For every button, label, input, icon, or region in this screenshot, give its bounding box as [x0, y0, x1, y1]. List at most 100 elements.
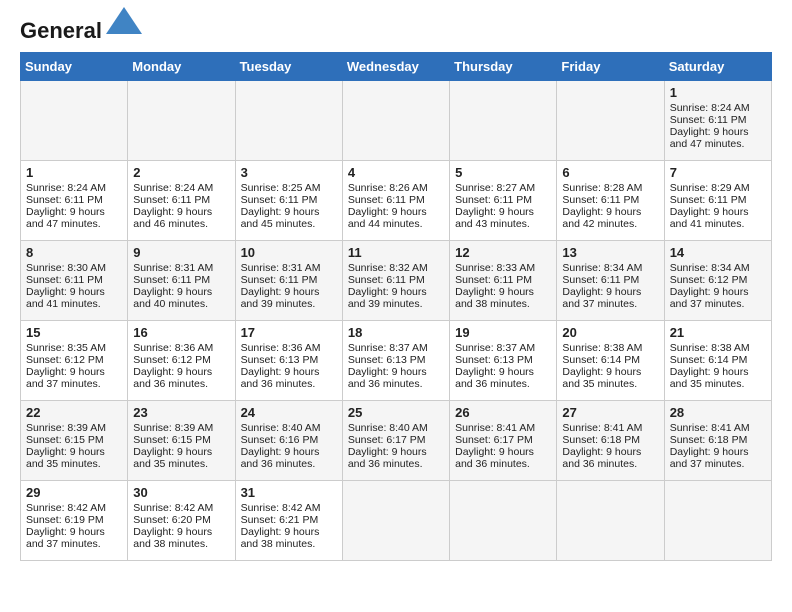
- calendar-header-monday: Monday: [128, 53, 235, 81]
- sunrise: Sunrise: 8:29 AM: [670, 182, 750, 194]
- daylight: Daylight: 9 hours and 35 minutes.: [562, 366, 641, 390]
- daylight: Daylight: 9 hours and 41 minutes.: [26, 286, 105, 310]
- calendar-cell: [235, 81, 342, 161]
- sunrise: Sunrise: 8:41 AM: [670, 422, 750, 434]
- daylight: Daylight: 9 hours and 38 minutes.: [241, 526, 320, 550]
- logo-general: General: [20, 18, 102, 43]
- sunset: Sunset: 6:11 PM: [348, 194, 425, 206]
- sunrise: Sunrise: 8:28 AM: [562, 182, 642, 194]
- day-number: 31: [241, 485, 337, 500]
- day-number: 17: [241, 325, 337, 340]
- sunset: Sunset: 6:11 PM: [670, 114, 747, 126]
- calendar-cell: [342, 81, 449, 161]
- daylight: Daylight: 9 hours and 36 minutes.: [348, 446, 427, 470]
- logo-icon: [104, 2, 144, 42]
- day-number: 10: [241, 245, 337, 260]
- sunrise: Sunrise: 8:30 AM: [26, 262, 106, 274]
- calendar-cell: 15Sunrise: 8:35 AMSunset: 6:12 PMDayligh…: [21, 321, 128, 401]
- sunset: Sunset: 6:12 PM: [670, 274, 748, 286]
- daylight: Daylight: 9 hours and 44 minutes.: [348, 206, 427, 230]
- calendar-cell: 7Sunrise: 8:29 AMSunset: 6:11 PMDaylight…: [664, 161, 771, 241]
- calendar-cell: 14Sunrise: 8:34 AMSunset: 6:12 PMDayligh…: [664, 241, 771, 321]
- calendar-cell: 18Sunrise: 8:37 AMSunset: 6:13 PMDayligh…: [342, 321, 449, 401]
- day-number: 20: [562, 325, 658, 340]
- day-number: 7: [670, 165, 766, 180]
- daylight: Daylight: 9 hours and 47 minutes.: [26, 206, 105, 230]
- sunrise: Sunrise: 8:34 AM: [562, 262, 642, 274]
- calendar-cell: 25Sunrise: 8:40 AMSunset: 6:17 PMDayligh…: [342, 401, 449, 481]
- sunrise: Sunrise: 8:26 AM: [348, 182, 428, 194]
- calendar-header-tuesday: Tuesday: [235, 53, 342, 81]
- sunrise: Sunrise: 8:36 AM: [133, 342, 213, 354]
- calendar-cell: 17Sunrise: 8:36 AMSunset: 6:13 PMDayligh…: [235, 321, 342, 401]
- day-number: 27: [562, 405, 658, 420]
- sunset: Sunset: 6:13 PM: [348, 354, 426, 366]
- sunrise: Sunrise: 8:40 AM: [348, 422, 428, 434]
- day-number: 19: [455, 325, 551, 340]
- calendar-header-thursday: Thursday: [450, 53, 557, 81]
- calendar-cell: 1Sunrise: 8:24 AMSunset: 6:11 PMDaylight…: [21, 161, 128, 241]
- day-number: 13: [562, 245, 658, 260]
- daylight: Daylight: 9 hours and 36 minutes.: [455, 366, 534, 390]
- day-number: 5: [455, 165, 551, 180]
- day-number: 1: [26, 165, 122, 180]
- daylight: Daylight: 9 hours and 35 minutes.: [26, 446, 105, 470]
- daylight: Daylight: 9 hours and 38 minutes.: [133, 526, 212, 550]
- daylight: Daylight: 9 hours and 41 minutes.: [670, 206, 749, 230]
- sunset: Sunset: 6:14 PM: [562, 354, 640, 366]
- calendar-week-row: 8 Sunrise: 8:30 AM Sunset: 6:11 PM Daylight…: [21, 241, 772, 321]
- sunrise: Sunrise: 8:42 AM: [26, 502, 106, 514]
- daylight: Daylight: 9 hours and 45 minutes.: [241, 206, 320, 230]
- calendar-cell: [128, 81, 235, 161]
- calendar-cell: [557, 481, 664, 561]
- calendar-cell: [21, 81, 128, 161]
- daylight: Daylight: 9 hours and 39 minutes.: [348, 286, 427, 310]
- calendar-cell: [450, 481, 557, 561]
- calendar-cell: 21Sunrise: 8:38 AMSunset: 6:14 PMDayligh…: [664, 321, 771, 401]
- daylight: Daylight: 9 hours and 46 minutes.: [133, 206, 212, 230]
- calendar-cell: 3Sunrise: 8:25 AMSunset: 6:11 PMDaylight…: [235, 161, 342, 241]
- calendar-cell: 6Sunrise: 8:28 AMSunset: 6:11 PMDaylight…: [557, 161, 664, 241]
- calendar-cell: 29Sunrise: 8:42 AMSunset: 6:19 PMDayligh…: [21, 481, 128, 561]
- daylight: Daylight: 9 hours and 37 minutes.: [562, 286, 641, 310]
- sunrise: Sunrise: 8:34 AM: [670, 262, 750, 274]
- calendar-header-row: SundayMondayTuesdayWednesdayThursdayFrid…: [21, 53, 772, 81]
- sunrise: Sunrise: 8:39 AM: [133, 422, 213, 434]
- sunrise: Sunrise: 8:37 AM: [455, 342, 535, 354]
- daylight: Daylight: 9 hours and 35 minutes.: [133, 446, 212, 470]
- sunset: Sunset: 6:11 PM: [241, 274, 318, 286]
- calendar-cell: 4Sunrise: 8:26 AMSunset: 6:11 PMDaylight…: [342, 161, 449, 241]
- sunrise: Sunrise: 8:31 AM: [133, 262, 213, 274]
- daylight: Daylight: 9 hours and 47 minutes.: [670, 126, 749, 150]
- sunrise: Sunrise: 8:33 AM: [455, 262, 535, 274]
- calendar-cell: 26Sunrise: 8:41 AMSunset: 6:17 PMDayligh…: [450, 401, 557, 481]
- calendar-table: SundayMondayTuesdayWednesdayThursdayFrid…: [20, 52, 772, 561]
- sunset: Sunset: 6:18 PM: [670, 434, 748, 446]
- calendar-cell: 24Sunrise: 8:40 AMSunset: 6:16 PMDayligh…: [235, 401, 342, 481]
- calendar-cell: 8Sunrise: 8:30 AMSunset: 6:11 PMDaylight…: [21, 241, 128, 321]
- calendar-cell: 22Sunrise: 8:39 AMSunset: 6:15 PMDayligh…: [21, 401, 128, 481]
- sunrise: Sunrise: 8:24 AM: [670, 102, 750, 114]
- day-number: 8: [26, 245, 122, 260]
- calendar-cell: 5Sunrise: 8:27 AMSunset: 6:11 PMDaylight…: [450, 161, 557, 241]
- sunset: Sunset: 6:12 PM: [26, 354, 104, 366]
- day-number: 12: [455, 245, 551, 260]
- calendar-cell: [450, 81, 557, 161]
- day-number: 9: [133, 245, 229, 260]
- sunset: Sunset: 6:17 PM: [348, 434, 426, 446]
- sunset: Sunset: 6:11 PM: [133, 194, 210, 206]
- day-number: 16: [133, 325, 229, 340]
- calendar-cell: 20Sunrise: 8:38 AMSunset: 6:14 PMDayligh…: [557, 321, 664, 401]
- daylight: Daylight: 9 hours and 42 minutes.: [562, 206, 641, 230]
- daylight: Daylight: 9 hours and 36 minutes.: [133, 366, 212, 390]
- daylight: Daylight: 9 hours and 37 minutes.: [670, 446, 749, 470]
- header: General: [20, 20, 772, 42]
- daylight: Daylight: 9 hours and 35 minutes.: [670, 366, 749, 390]
- sunrise: Sunrise: 8:42 AM: [241, 502, 321, 514]
- day-number: 23: [133, 405, 229, 420]
- sunset: Sunset: 6:15 PM: [133, 434, 211, 446]
- calendar-week-row: 29Sunrise: 8:42 AMSunset: 6:19 PMDayligh…: [21, 481, 772, 561]
- day-number: 30: [133, 485, 229, 500]
- daylight: Daylight: 9 hours and 36 minutes.: [241, 366, 320, 390]
- calendar-week-row: 1Sunrise: 8:24 AMSunset: 6:11 PMDaylight…: [21, 81, 772, 161]
